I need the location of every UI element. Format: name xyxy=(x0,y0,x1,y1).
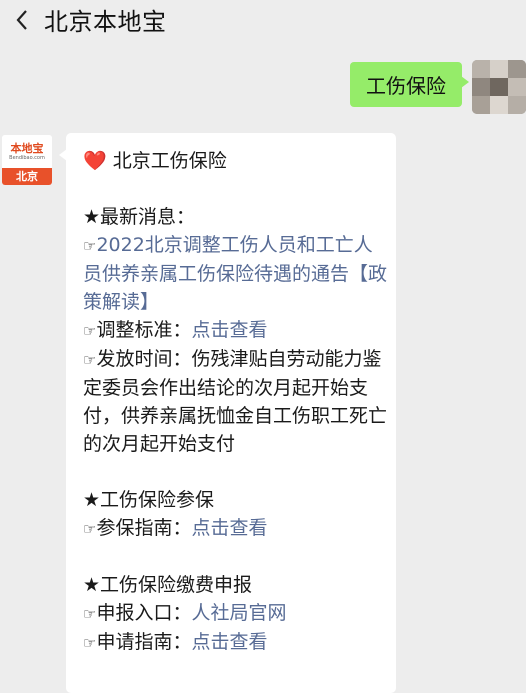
back-button[interactable] xyxy=(8,6,36,34)
section-latest-title: ★最新消息： xyxy=(83,206,196,228)
chevron-left-icon xyxy=(16,10,27,30)
declare-entry-item: ☞申报入口：人社局官网 xyxy=(83,602,287,624)
pointing-hand-icon: ☞ xyxy=(83,237,97,255)
chat-title: 北京本地宝 xyxy=(44,8,167,36)
heart-icon: ❤️ xyxy=(83,150,107,172)
pointing-hand-icon: ☞ xyxy=(83,351,97,369)
enroll-guide-link[interactable]: 点击查看 xyxy=(191,517,267,539)
bot-avatar[interactable]: 本地宝 Bendibao.com 北京 xyxy=(2,135,52,185)
apply-guide-link[interactable]: 点击查看 xyxy=(191,631,267,653)
apply-guide-item: ☞申请指南：点击查看 xyxy=(83,631,268,653)
pointing-hand-icon: ☞ xyxy=(83,520,97,538)
user-avatar[interactable] xyxy=(472,60,526,114)
bendibao-logo: 本地宝 Bendibao.com xyxy=(2,135,52,168)
incoming-message: ❤️ 北京工伤保险 ★最新消息： ☞2022北京调整工伤人员和工亡人员供养亲属工… xyxy=(59,133,396,693)
payment-time-item: ☞发放时间：伤残津贴自劳动能力鉴定委员会作出结论的次月起开始支付，供养亲属抚恤金… xyxy=(83,348,388,455)
section-declare-title: ★工伤保险缴费申报 xyxy=(83,574,253,596)
outgoing-message[interactable]: 工伤保险 xyxy=(350,62,469,107)
policy-notice-link[interactable]: 2022北京调整工伤人员和工亡人员供养亲属工伤保险待遇的通告【政策解读】 xyxy=(83,234,387,313)
enroll-guide-item: ☞参保指南：点击查看 xyxy=(83,517,268,539)
top-bar: 北京本地宝 xyxy=(0,0,526,40)
logo-city: 北京 xyxy=(2,168,52,185)
adjust-standard-item: ☞调整标准：点击查看 xyxy=(83,319,268,341)
latest-news-item: ☞2022北京调整工伤人员和工亡人员供养亲属工伤保险待遇的通告【政策解读】 xyxy=(83,231,388,316)
hrss-website-link[interactable]: 人社局官网 xyxy=(191,602,286,624)
pointing-hand-icon: ☞ xyxy=(83,605,97,623)
pointing-hand-icon: ☞ xyxy=(83,634,97,652)
adjust-standard-link[interactable]: 点击查看 xyxy=(191,319,267,341)
message-heading: ❤️ 北京工伤保险 xyxy=(83,150,227,172)
section-enroll-title: ★工伤保险参保 xyxy=(83,489,215,511)
pointing-hand-icon: ☞ xyxy=(83,322,97,340)
